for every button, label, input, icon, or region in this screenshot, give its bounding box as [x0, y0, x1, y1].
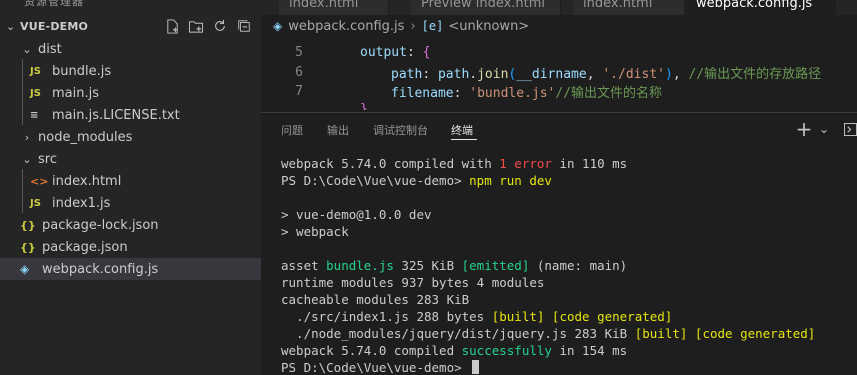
- new-folder-icon[interactable]: [187, 17, 205, 35]
- terminal-line: ./node_modules/jquery/dist/jquery.js 283…: [281, 326, 816, 341]
- tab-debug-console[interactable]: 调试控制台: [373, 122, 428, 138]
- terminal-line: webpack 5.74.0 compiled successfully in …: [281, 343, 628, 358]
- chevron-down-icon: ⌄: [22, 152, 32, 166]
- terminal-prompt-line: PS D:\Code\Vue\vue-demo>: [281, 359, 851, 375]
- terminal-line: > webpack: [281, 224, 349, 239]
- tree-item-label: dist: [38, 41, 62, 57]
- code-content: filename: 'bundle.js'//输出文件的名称: [391, 86, 663, 101]
- tree-folder-src[interactable]: ⌄ src: [0, 148, 261, 170]
- active-tab-indicator: [451, 139, 477, 140]
- tree-item-label: main.js: [52, 85, 99, 101]
- tree-file-webpack-config-js[interactable]: ◈ webpack.config.js: [0, 258, 261, 280]
- terminal-line: ./src/index1.js 288 bytes [built] [code …: [281, 309, 673, 324]
- webpack-file-icon: ◈: [20, 262, 30, 276]
- text-file-icon: ≡: [30, 109, 39, 121]
- javascript-file-icon: JS: [30, 197, 41, 209]
- workspace-root[interactable]: ⌄ VUE-DEMO: [0, 15, 261, 37]
- tree-file-main-js[interactable]: JS main.js: [0, 82, 261, 104]
- javascript-file-icon: JS: [30, 65, 41, 77]
- line-number: 6: [295, 65, 303, 80]
- html-file-icon: <>: [30, 174, 49, 188]
- tree-item-label: package-lock.json: [42, 217, 159, 233]
- line-number: 7: [295, 84, 303, 99]
- split-terminal-icon[interactable]: [843, 119, 857, 139]
- tab-output[interactable]: 输出: [327, 122, 349, 138]
- tree-item-label: main.js.LICENSE.txt: [52, 107, 180, 123]
- tree-item-label: bundle.js: [52, 63, 112, 79]
- tree-item-label: webpack.config.js: [42, 261, 159, 277]
- tree-file-bundle-js[interactable]: JS bundle.js: [0, 60, 261, 82]
- add-terminal-icon[interactable]: +: [796, 117, 813, 141]
- chevron-right-icon: ›: [410, 18, 416, 34]
- editor-tabbar: index.html Preview index.html index.html…: [261, 0, 857, 15]
- tree-folder-dist[interactable]: ⌄ dist: [0, 38, 261, 60]
- tab-webpack-config-js[interactable]: webpack.config.js: [686, 0, 836, 15]
- terminal-cursor: [472, 360, 480, 374]
- tree-file-package-lock-json[interactable]: {} package-lock.json: [0, 214, 261, 236]
- code-line: 7 filename: 'bundle.js'//输出文件的名称: [261, 82, 857, 101]
- tab-preview-index-html[interactable]: Preview index.html: [411, 0, 561, 15]
- json-file-icon: {}: [20, 218, 36, 232]
- panel-tabs: 问题 输出 调试控制台 终端 + ⌄: [261, 113, 857, 145]
- tab-index-html-2[interactable]: index.html: [573, 0, 685, 15]
- javascript-file-icon: JS: [30, 87, 41, 99]
- tab-label: index.html: [289, 0, 359, 11]
- code-line: 6 path: path.join(__dirname, './dist'), …: [261, 63, 857, 82]
- webpack-file-icon: ◈: [273, 19, 283, 33]
- tab-label: webpack.config.js: [696, 0, 813, 11]
- tab-terminal[interactable]: 终端: [451, 122, 473, 138]
- chevron-down-icon[interactable]: ⌄: [6, 20, 20, 33]
- tree-item-label: package.json: [42, 239, 128, 255]
- tree-item-label: index1.js: [52, 195, 111, 211]
- bottom-panel: 问题 输出 调试控制台 终端 + ⌄ webpack 5.74.0 compil…: [261, 112, 857, 375]
- tab-label: index.html: [583, 0, 653, 11]
- tree-file-index1-js[interactable]: JS index1.js: [0, 192, 261, 214]
- workspace-title: VUE-DEMO: [20, 19, 89, 33]
- breadcrumb-symbol[interactable]: <unknown>: [448, 19, 529, 34]
- tab-index-html[interactable]: index.html: [279, 0, 389, 15]
- code-line: }: [261, 100, 857, 110]
- terminal-line: cacheable modules 283 KiB: [281, 292, 470, 307]
- line-number: 5: [295, 45, 303, 60]
- code-content: path: path.join(__dirname, './dist'), //…: [391, 67, 822, 82]
- terminal-line: asset bundle.js 325 KiB [emitted] (name:…: [281, 258, 628, 273]
- explorer-header-title: 资源管理器: [24, 0, 84, 8]
- terminal-line: PS D:\Code\Vue\vue-demo> npm run dev: [281, 173, 552, 188]
- code-content: output: {: [360, 45, 431, 60]
- tab-problems[interactable]: 问题: [281, 122, 303, 138]
- explorer-actions: [163, 17, 253, 35]
- terminal-line: runtime modules 937 bytes 4 modules: [281, 275, 545, 290]
- new-file-icon[interactable]: [163, 17, 181, 35]
- chevron-right-icon: ›: [24, 130, 30, 144]
- tree-item-label: index.html: [52, 173, 122, 189]
- tree-item-label: node_modules: [38, 129, 133, 145]
- terminal-line: > vue-demo@1.0.0 dev: [281, 207, 432, 222]
- collapse-all-icon[interactable]: [235, 17, 253, 35]
- explorer-sidebar: 资源管理器 ⌄ VUE-DEMO ⌄ dist JS bundle.js JS …: [0, 0, 261, 375]
- tree-item-label: src: [38, 151, 57, 167]
- panel-actions: + ⌄: [796, 117, 857, 141]
- chevron-down-icon[interactable]: ⌄: [819, 119, 829, 139]
- tree-file-index-html[interactable]: <> index.html: [0, 170, 261, 192]
- tree-file-package-json[interactable]: {} package.json: [0, 236, 261, 258]
- tree-folder-node-modules[interactable]: › node_modules: [0, 126, 261, 148]
- json-file-icon: {}: [20, 240, 36, 254]
- code-line: 5 output: {: [261, 43, 857, 62]
- refresh-icon[interactable]: [211, 17, 229, 35]
- terminal-output[interactable]: webpack 5.74.0 compiled with 1 error in …: [281, 155, 851, 375]
- code-editor[interactable]: 5 output: { 6 path: path.join(__dirname,…: [261, 37, 857, 110]
- terminal-line: webpack 5.74.0 compiled with 1 error in …: [281, 156, 628, 171]
- tab-label: Preview index.html: [421, 0, 546, 11]
- breadcrumb-file[interactable]: webpack.config.js: [288, 19, 404, 34]
- code-content: }: [360, 102, 368, 110]
- variable-symbol-icon: [e]: [421, 19, 444, 33]
- chevron-down-icon: ⌄: [22, 42, 32, 56]
- breadcrumb: ◈ webpack.config.js › [e] <unknown>: [261, 15, 857, 37]
- explorer-header: 资源管理器: [0, 0, 261, 10]
- tree-file-license-txt[interactable]: ≡ main.js.LICENSE.txt: [0, 104, 261, 126]
